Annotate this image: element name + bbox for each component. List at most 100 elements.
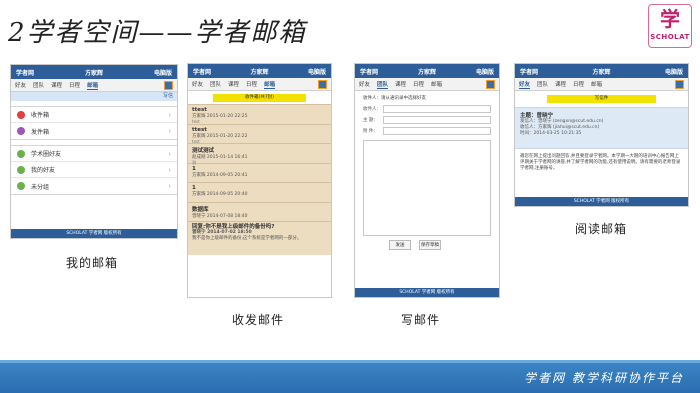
folder-outbox[interactable]: 发件箱 › xyxy=(11,123,177,139)
footer-slogan: 学者网 教学科研协作平台 xyxy=(524,371,684,385)
mail-preview: 我不是你上级邮件的备份,这个系统是学者网的一部分。 xyxy=(192,236,302,241)
tab-mailbox[interactable]: 邮箱 xyxy=(431,80,442,88)
contacts-academic[interactable]: 学术圈好友 › xyxy=(11,146,177,162)
app-header: 学者网 方家辉 电脑版 xyxy=(515,64,688,78)
compose-actions: 发送 保存草稿 xyxy=(389,240,499,250)
contact-label: 我的好友 xyxy=(31,167,56,174)
tab-friends[interactable]: 好友 xyxy=(359,80,370,88)
tab-team[interactable]: 团队 xyxy=(33,81,44,89)
contacts-friends[interactable]: 我的好友 › xyxy=(11,162,177,178)
inbox-screen: 学者网 方家辉 电脑版 好友 团队 课程 日程 邮箱 写信 收件箱 › 发件箱 … xyxy=(10,64,178,239)
ungrouped-icon xyxy=(17,182,25,190)
app-name[interactable]: 学者网 xyxy=(16,68,34,77)
tab-mailbox[interactable]: 邮箱 xyxy=(87,81,99,90)
user-name: 方家辉 xyxy=(592,68,611,76)
app-header: 学者网 方家辉 电脑版 xyxy=(355,64,499,78)
mail-item[interactable]: ttest 方家辉 2015-01-20 22:25 test xyxy=(188,104,331,124)
contact-group: 学术圈好友 › 我的好友 › 未分组 › xyxy=(11,145,177,195)
chevron-right-icon: › xyxy=(168,110,171,119)
nav-tabs: 好友 团队 课程 日程 邮箱 xyxy=(355,78,499,91)
contact-label: 未分组 xyxy=(31,183,50,191)
subject-field[interactable]: 主 题： xyxy=(363,115,491,125)
nav-tabs: 好友 团队 课程 日程 邮箱 xyxy=(188,78,331,91)
tab-course[interactable]: 课程 xyxy=(395,80,406,88)
recipient-input[interactable] xyxy=(383,105,491,113)
desktop-version-link[interactable]: 电脑版 xyxy=(154,68,172,77)
app-header: 学者网 方家辉 电脑版 xyxy=(11,65,177,79)
recipient-field[interactable]: 收件人： xyxy=(363,104,491,114)
tab-friends[interactable]: 好友 xyxy=(15,81,26,89)
outbox-icon xyxy=(17,127,25,135)
mail-subject: 主题：曾晓宁 xyxy=(520,113,554,119)
contact-label: 学术圈好友 xyxy=(31,151,62,158)
tab-team[interactable]: 团队 xyxy=(377,80,389,89)
footer-stripe xyxy=(0,360,700,363)
attachment-input[interactable] xyxy=(383,127,491,135)
field-label: 附 件： xyxy=(363,129,378,134)
logo-glyph: 学 xyxy=(660,7,680,31)
send-button[interactable]: 发送 xyxy=(389,240,411,250)
inbox-icon xyxy=(17,110,25,119)
desktop-version-link[interactable]: 电脑版 xyxy=(308,67,326,76)
user-name: 方家辉 xyxy=(84,69,103,77)
mail-body: 邀您在网上提出问题回答,并且要登录学者网。本学期一大期的培训中心报告网上评期关于… xyxy=(520,154,681,171)
message-body-textarea[interactable] xyxy=(363,140,491,236)
compose-banner[interactable]: 写信件 xyxy=(547,95,656,103)
subject-input[interactable] xyxy=(383,116,491,124)
tab-friends[interactable]: 好友 xyxy=(192,80,203,88)
attachment-field[interactable]: 附 件： xyxy=(363,126,491,136)
tab-schedule[interactable]: 日程 xyxy=(246,80,257,88)
mail-subject: 测试测试 xyxy=(192,148,215,154)
app-name[interactable]: 学者网 xyxy=(360,67,378,76)
mail-item[interactable]: ttest 方家辉 2015-01-20 22:22 test xyxy=(188,123,331,144)
user-name: 方家辉 xyxy=(417,68,436,76)
nav-tabs: 好友 团队 课程 日程 邮箱 xyxy=(515,78,688,91)
caption-mail-list: 收发邮件 xyxy=(232,313,285,327)
app-name[interactable]: 学者网 xyxy=(193,67,211,76)
user-name: 方家辉 xyxy=(250,68,269,76)
read-mail-screen: 学者网 方家辉 电脑版 好友 团队 课程 日程 邮箱 写信件 主题：曾晓宁 发信… xyxy=(514,63,689,207)
contacts-ungrouped[interactable]: 未分组 › xyxy=(11,178,177,194)
tab-course[interactable]: 课程 xyxy=(228,80,239,88)
mail-meta: 曾晓宁 2014-07-08 18:40 xyxy=(192,213,248,219)
save-draft-button[interactable]: 保存草稿 xyxy=(419,240,441,250)
caption-compose: 写邮件 xyxy=(401,313,441,327)
tab-schedule[interactable]: 日程 xyxy=(413,80,424,88)
app-header: 学者网 方家辉 电脑版 xyxy=(188,64,331,78)
footer-bar: 学者网 教学科研协作平台 xyxy=(0,360,700,393)
tab-course[interactable]: 课程 xyxy=(555,80,566,88)
folder-inbox[interactable]: 收件箱 › xyxy=(11,107,177,123)
avatar[interactable] xyxy=(164,81,173,90)
chevron-right-icon: › xyxy=(168,127,171,135)
avatar[interactable] xyxy=(675,80,684,89)
tab-mailbox[interactable]: 邮箱 xyxy=(264,80,276,89)
recipient-hint: 收件人：请从通讯录中选择好友 xyxy=(363,96,426,101)
mail-subject: 数据库 xyxy=(192,206,209,213)
avatar[interactable] xyxy=(318,80,327,89)
mail-item[interactable]: 数据库 曾晓宁 2014-07-08 18:40 xyxy=(188,201,331,221)
chevron-right-icon: › xyxy=(168,182,171,190)
desktop-version-link[interactable]: 电脑版 xyxy=(476,67,494,76)
mail-item[interactable]: 测试测试 赵成刚 2015-01-14 16:41 测 xyxy=(188,143,331,165)
friends-icon xyxy=(17,165,25,174)
copyright-footer: SCHOLAT 学者网 版权所有 xyxy=(11,229,177,238)
tab-mailbox[interactable]: 邮箱 xyxy=(591,80,602,88)
tab-team[interactable]: 团队 xyxy=(210,80,221,88)
mail-item[interactable]: 1 方家辉 2014-09-05 20:41 xyxy=(188,162,331,182)
mail-list-screen: 学者网 方家辉 电脑版 好友 团队 课程 日程 邮箱 收件箱(共7封) ttes… xyxy=(187,63,332,298)
avatar[interactable] xyxy=(486,80,495,89)
mail-item[interactable]: 回复:你不是我上级邮件的备份吗? 曾晓宁 2014-07-02 18:50 我不… xyxy=(188,221,331,255)
folder-group: 收件箱 › 发件箱 › xyxy=(11,106,177,140)
mail-item[interactable]: 1 方家辉 2014-09-05 20:40 xyxy=(188,182,331,202)
app-name[interactable]: 学者网 xyxy=(520,67,538,76)
field-label: 主 题： xyxy=(363,118,378,123)
caption-inbox: 我的邮箱 xyxy=(66,256,119,270)
tab-course[interactable]: 课程 xyxy=(51,81,62,89)
tab-friends[interactable]: 好友 xyxy=(519,80,531,89)
desktop-version-link[interactable]: 电脑版 xyxy=(665,67,683,76)
compose-strip[interactable]: 写信 xyxy=(11,92,177,101)
tab-schedule[interactable]: 日程 xyxy=(69,81,80,89)
tab-schedule[interactable]: 日程 xyxy=(573,80,584,88)
mail-meta: 方家辉 2014-09-05 20:41 xyxy=(192,172,248,178)
tab-team[interactable]: 团队 xyxy=(537,80,548,88)
